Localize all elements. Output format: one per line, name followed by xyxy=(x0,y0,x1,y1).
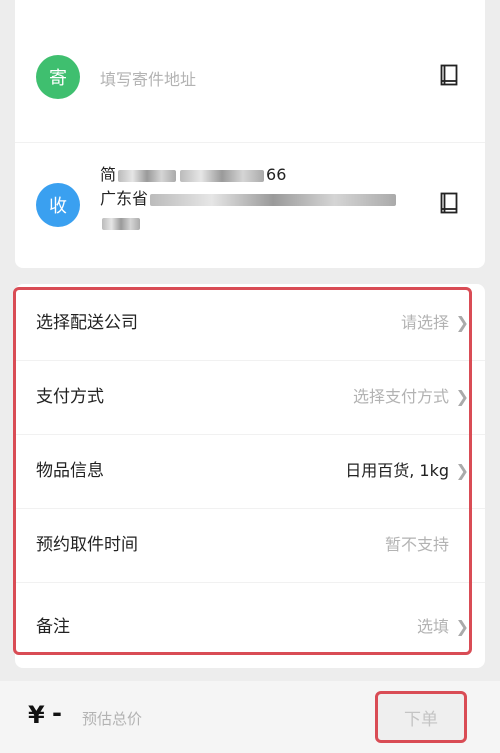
redacted-name xyxy=(118,169,177,182)
estimated-total-label: 预估总价 xyxy=(82,710,143,728)
option-delivery-company[interactable]: 选择配送公司 请选择 ❯ xyxy=(15,286,485,360)
option-label: 备注 xyxy=(36,617,70,637)
chevron-right-icon: ❯ xyxy=(455,313,469,332)
receiver-badge: 收 xyxy=(36,183,80,227)
option-value: 暂不支持 xyxy=(384,535,449,554)
receiver-name-line: 简 66 xyxy=(100,163,398,187)
option-value: 请选择 xyxy=(400,313,449,332)
order-options-card: 选择配送公司 请选择 ❯ 支付方式 选择支付方式 ❯ 物品信息 日用百货, 1k… xyxy=(15,284,485,668)
sender-address-placeholder[interactable]: 填写寄件地址 xyxy=(100,66,196,90)
option-label: 物品信息 xyxy=(36,461,104,481)
address-divider xyxy=(15,142,485,143)
option-label: 支付方式 xyxy=(36,387,104,407)
option-remarks[interactable]: 备注 选填 ❯ xyxy=(15,590,485,664)
option-item-info[interactable]: 物品信息 日用百货, 1kg ❯ xyxy=(15,434,485,508)
redacted-address-2 xyxy=(102,217,140,230)
option-pickup-time: 预约取件时间 暂不支持 xyxy=(15,508,485,582)
receiver-name: 简 xyxy=(100,165,117,184)
address-book-icon[interactable] xyxy=(440,192,458,214)
receiver-address-line-2 xyxy=(100,211,398,235)
price-value: - xyxy=(52,699,62,727)
bottom-bar: ¥ - 预估总价 下单 xyxy=(0,681,500,753)
receiver-address: 广东省 xyxy=(100,189,149,208)
option-value: 选择支付方式 xyxy=(352,387,449,406)
receiver-address-line: 广东省 xyxy=(100,187,398,211)
row-divider xyxy=(15,582,485,583)
chevron-right-icon: ❯ xyxy=(455,617,469,636)
option-label: 选择配送公司 xyxy=(36,313,138,333)
redacted-address xyxy=(150,193,397,206)
address-card: 寄 填写寄件地址 收 简 66 广东省 xyxy=(15,0,485,268)
chevron-right-icon: ❯ xyxy=(455,387,469,406)
currency-symbol: ¥ xyxy=(28,701,45,729)
option-payment-method[interactable]: 支付方式 选择支付方式 ❯ xyxy=(15,360,485,434)
receiver-phone-suffix: 66 xyxy=(266,165,287,184)
option-label: 预约取件时间 xyxy=(36,535,138,555)
option-value: 日用百货, 1kg xyxy=(345,461,449,480)
receiver-info: 简 66 广东省 xyxy=(100,163,398,235)
redacted-phone xyxy=(180,169,265,182)
option-value: 选填 xyxy=(416,617,449,636)
address-book-icon[interactable] xyxy=(440,64,458,86)
chevron-right-icon: ❯ xyxy=(455,461,469,480)
sender-badge: 寄 xyxy=(36,55,80,99)
place-order-button[interactable]: 下单 xyxy=(375,691,467,743)
